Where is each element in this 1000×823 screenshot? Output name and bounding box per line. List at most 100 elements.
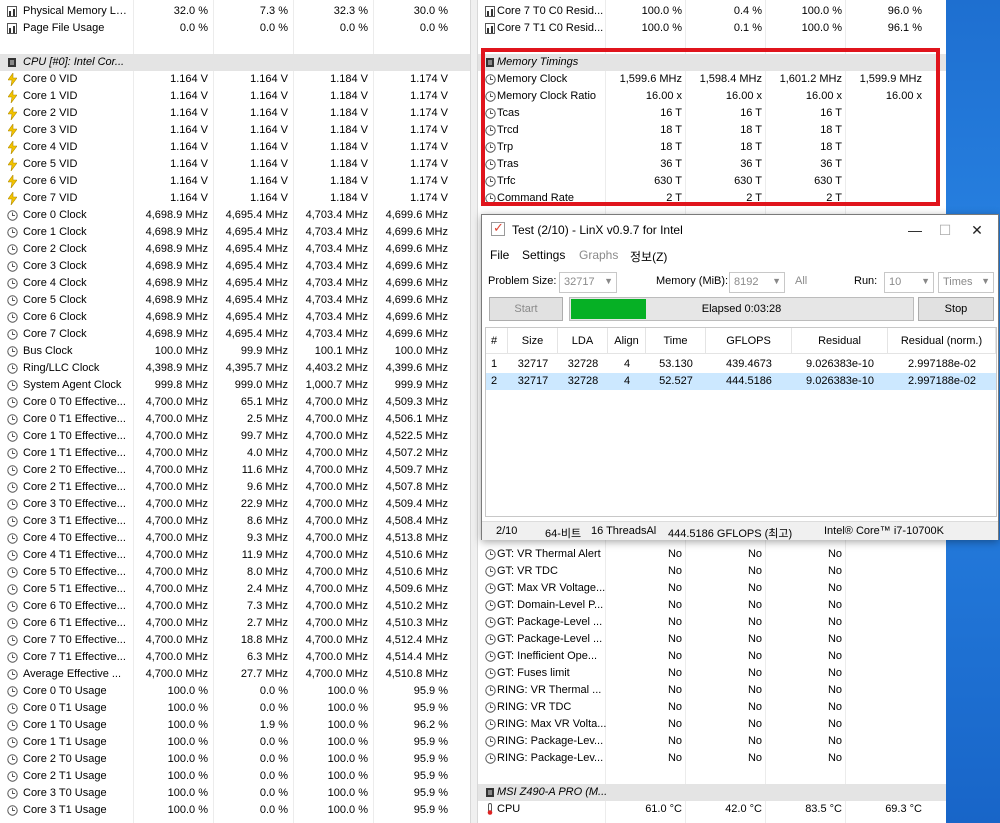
- sensor-row[interactable]: Core 5 VID 1.164 V 1.164 V 1.184 V 1.174 V: [0, 156, 470, 173]
- sensor-row[interactable]: RING: Package-Lev... No No No: [478, 750, 946, 767]
- sensor-row[interactable]: Core 0 T0 Usage 100.0 % 0.0 % 100.0 % 95.9 %: [0, 683, 470, 700]
- sensor-row[interactable]: Core 1 VID 1.164 V 1.164 V 1.184 V 1.174 V: [0, 88, 470, 105]
- sensor-row[interactable]: Core 7 Clock 4,698.9 MHz 4,695.4 MHz 4,703.…: [0, 326, 470, 343]
- pane-splitter[interactable]: [470, 0, 478, 823]
- sensor-row[interactable]: Core 3 T0 Effective... 4,700.0 MHz 22.9 MH…: [0, 496, 470, 513]
- sensor-row[interactable]: Average Effective ... 4,700.0 MHz 27.7 MHz…: [0, 666, 470, 683]
- sensor-row[interactable]: GT: Inefficient Ope... No No No: [478, 648, 946, 665]
- sensor-row[interactable]: Core 5 Clock 4,698.9 MHz 4,695.4 MHz 4,703.…: [0, 292, 470, 309]
- sensor-row[interactable]: Core 3 T1 Effective... 4,700.0 MHz 8.6 MHz…: [0, 513, 470, 530]
- sensor-row[interactable]: Trcd 18 T 18 T 18 T: [478, 122, 946, 139]
- sensor-row[interactable]: Core 6 T1 Effective... 4,700.0 MHz 2.7 MHz…: [0, 615, 470, 632]
- sensor-row[interactable]: Memory Clock 1,599.6 MHz 1,598.4 MHz 1,601.…: [478, 71, 946, 88]
- maximize-button[interactable]: ☐: [930, 219, 960, 241]
- table-row[interactable]: 1 32717 32728 4 53.130 439.4673 9.026383e-10 2.…: [486, 356, 996, 373]
- sensor-row[interactable]: Core 7 T1 Effective... 4,700.0 MHz 6.3 MHz…: [0, 649, 470, 666]
- sensor-row[interactable]: Core 0 T1 Effective... 4,700.0 MHz 2.5 MHz…: [0, 411, 470, 428]
- sensor-row[interactable]: Core 2 T1 Usage 100.0 % 0.0 % 100.0 % 95.9 %: [0, 768, 470, 785]
- sensor-row[interactable]: Core 1 Clock 4,698.9 MHz 4,695.4 MHz 4,703.…: [0, 224, 470, 241]
- sensor-row[interactable]: Core 6 Clock 4,698.9 MHz 4,695.4 MHz 4,703.…: [0, 309, 470, 326]
- sensor-row[interactable]: Core 2 T0 Usage 100.0 % 0.0 % 100.0 % 95.9 %: [0, 751, 470, 768]
- all-checkbox-label[interactable]: All: [795, 275, 807, 287]
- sensor-row[interactable]: GT: Domain-Level P... No No No: [478, 597, 946, 614]
- linx-window[interactable]: Test (2/10) - LinX v0.9.7 for Intel — ☐ …: [481, 214, 999, 540]
- menu-settings[interactable]: Settings: [522, 248, 565, 262]
- sensor-row[interactable]: RING: VR Thermal ... No No No: [478, 682, 946, 699]
- sensor-group-header[interactable]: MSI Z490-A PRO (M...: [478, 784, 946, 801]
- problem-size-combo[interactable]: 32717 ▼: [559, 272, 617, 293]
- sensor-row[interactable]: Core 0 T1 Usage 100.0 % 0.0 % 100.0 % 95.9 %: [0, 700, 470, 717]
- sensor-row[interactable]: Core 4 T1 Effective... 4,700.0 MHz 11.9 MH…: [0, 547, 470, 564]
- sensor-row[interactable]: Core 7 T0 C0 Resid... 100.0 % 0.4 % 100.0 %…: [478, 3, 946, 20]
- hwinfo-left-pane[interactable]: Physical Memory Load 32.0 % 7.3 % 32.3 % 30.…: [0, 0, 470, 823]
- menu-file[interactable]: File: [490, 248, 509, 262]
- sensor-row[interactable]: Core 6 VID 1.164 V 1.164 V 1.184 V 1.174 V: [0, 173, 470, 190]
- column-header[interactable]: Time: [646, 328, 706, 354]
- sensor-row[interactable]: GT: VR TDC No No No: [478, 563, 946, 580]
- sensor-row[interactable]: Core 6 T0 Effective... 4,700.0 MHz 7.3 MHz…: [0, 598, 470, 615]
- sensor-row[interactable]: Core 4 T0 Effective... 4,700.0 MHz 9.3 MHz…: [0, 530, 470, 547]
- results-table[interactable]: # Size LDA Align Time GFLOPS Residual Residual …: [485, 327, 997, 517]
- column-header[interactable]: Residual: [792, 328, 888, 354]
- sensor-row[interactable]: Core 2 Clock 4,698.9 MHz 4,695.4 MHz 4,703.…: [0, 241, 470, 258]
- sensor-row[interactable]: Core 3 VID 1.164 V 1.164 V 1.184 V 1.174 V: [0, 122, 470, 139]
- sensor-row[interactable]: GT: Max VR Voltage... No No No: [478, 580, 946, 597]
- sensor-row[interactable]: Core 7 T1 C0 Resid... 100.0 % 0.1 % 100.0 %…: [478, 20, 946, 37]
- sensor-row[interactable]: Core 5 T0 Effective... 4,700.0 MHz 8.0 MHz…: [0, 564, 470, 581]
- sensor-row[interactable]: Command Rate 2 T 2 T 2 T: [478, 190, 946, 207]
- sensor-group-header[interactable]: Memory Timings: [478, 54, 946, 71]
- sensor-row[interactable]: Core 2 T1 Effective... 4,700.0 MHz 9.6 MHz…: [0, 479, 470, 496]
- sensor-row[interactable]: Page File Usage 0.0 % 0.0 % 0.0 % 0.0 %: [0, 20, 470, 37]
- stop-button[interactable]: Stop: [918, 297, 994, 321]
- sensor-row[interactable]: GT: Fuses limit No No No: [478, 665, 946, 682]
- sensor-row[interactable]: Core 0 T0 Effective... 4,700.0 MHz 65.1 MH…: [0, 394, 470, 411]
- start-button[interactable]: Start: [489, 297, 563, 321]
- column-header[interactable]: LDA: [558, 328, 608, 354]
- sensor-row[interactable]: GT: Package-Level ... No No No: [478, 631, 946, 648]
- sensor-row[interactable]: Bus Clock 100.0 MHz 99.9 MHz 100.1 MHz 100.0…: [0, 343, 470, 360]
- sensor-row[interactable]: Core 1 T1 Usage 100.0 % 0.0 % 100.0 % 95.9 %: [0, 734, 470, 751]
- sensor-row[interactable]: Ring/LLC Clock 4,398.9 MHz 4,395.7 MHz 4,40…: [0, 360, 470, 377]
- sensor-row[interactable]: Tras 36 T 36 T 36 T: [478, 156, 946, 173]
- sensor-row[interactable]: Core 0 Clock 4,698.9 MHz 4,695.4 MHz 4,703.…: [0, 207, 470, 224]
- run-combo[interactable]: 10 ▼: [884, 272, 934, 293]
- sensor-row[interactable]: Core 0 VID 1.164 V 1.164 V 1.184 V 1.174 V: [0, 71, 470, 88]
- close-button[interactable]: ✕: [962, 219, 992, 241]
- sensor-row[interactable]: GT: VR Thermal Alert No No No: [478, 546, 946, 563]
- sensor-row[interactable]: Core 4 VID 1.164 V 1.164 V 1.184 V 1.174 V: [0, 139, 470, 156]
- sensor-row[interactable]: Core 3 T0 Usage 100.0 % 0.0 % 100.0 % 95.9 %: [0, 785, 470, 802]
- column-header[interactable]: #: [486, 328, 508, 354]
- sensor-row[interactable]: Core 3 Clock 4,698.9 MHz 4,695.4 MHz 4,703.…: [0, 258, 470, 275]
- sensor-row[interactable]: RING: Max VR Volta... No No No: [478, 716, 946, 733]
- sensor-row[interactable]: Core 4 Clock 4,698.9 MHz 4,695.4 MHz 4,703.…: [0, 275, 470, 292]
- title-bar[interactable]: Test (2/10) - LinX v0.9.7 for Intel — ☐ …: [482, 215, 998, 245]
- memory-combo[interactable]: 8192 ▼: [729, 272, 785, 293]
- menu-graphs[interactable]: Graphs: [579, 248, 618, 262]
- sensor-row[interactable]: RING: VR TDC No No No: [478, 699, 946, 716]
- sensor-row[interactable]: Trfc 630 T 630 T 630 T: [478, 173, 946, 190]
- sensor-row[interactable]: Core 1 T0 Effective... 4,700.0 MHz 99.7 MH…: [0, 428, 470, 445]
- sensor-row[interactable]: Memory Clock Ratio 16.00 x 16.00 x 16.00 x 1…: [478, 88, 946, 105]
- minimize-button[interactable]: —: [900, 219, 930, 241]
- column-header[interactable]: Residual (norm.): [888, 328, 996, 354]
- sensor-row[interactable]: CPU 61.0 °C 42.0 °C 83.5 °C 69.3 °C: [478, 801, 946, 818]
- table-row[interactable]: 2 32717 32728 4 52.527 444.5186 9.026383e-10 2.…: [486, 373, 996, 390]
- sensor-row[interactable]: System Agent Clock 999.8 MHz 999.0 MHz 1,00…: [0, 377, 470, 394]
- times-combo[interactable]: Times ▼: [938, 272, 994, 293]
- sensor-row[interactable]: Core 1 T1 Effective... 4,700.0 MHz 4.0 MHz…: [0, 445, 470, 462]
- sensor-row[interactable]: Core 5 T1 Effective... 4,700.0 MHz 2.4 MHz…: [0, 581, 470, 598]
- column-header[interactable]: Align: [608, 328, 646, 354]
- column-header[interactable]: GFLOPS: [706, 328, 792, 354]
- sensor-row[interactable]: Core 7 VID 1.164 V 1.164 V 1.184 V 1.174 V: [0, 190, 470, 207]
- sensor-row[interactable]: GT: Package-Level ... No No No: [478, 614, 946, 631]
- sensor-row[interactable]: Core 1 T0 Usage 100.0 % 1.9 % 100.0 % 96.2 %: [0, 717, 470, 734]
- column-header[interactable]: Size: [508, 328, 558, 354]
- menu-info[interactable]: 정보(Z): [630, 248, 667, 265]
- sensor-row[interactable]: Core 2 T0 Effective... 4,700.0 MHz 11.6 MH…: [0, 462, 470, 479]
- sensor-row[interactable]: Trp 18 T 18 T 18 T: [478, 139, 946, 156]
- sensor-row[interactable]: RING: Package-Lev... No No No: [478, 733, 946, 750]
- sensor-row[interactable]: Physical Memory Load 32.0 % 7.3 % 32.3 % 30.…: [0, 3, 470, 20]
- sensor-row[interactable]: Core 2 VID 1.164 V 1.164 V 1.184 V 1.174 V: [0, 105, 470, 122]
- sensor-group-header[interactable]: CPU [#0]: Intel Cor...: [0, 54, 470, 71]
- sensor-row[interactable]: Tcas 16 T 16 T 16 T: [478, 105, 946, 122]
